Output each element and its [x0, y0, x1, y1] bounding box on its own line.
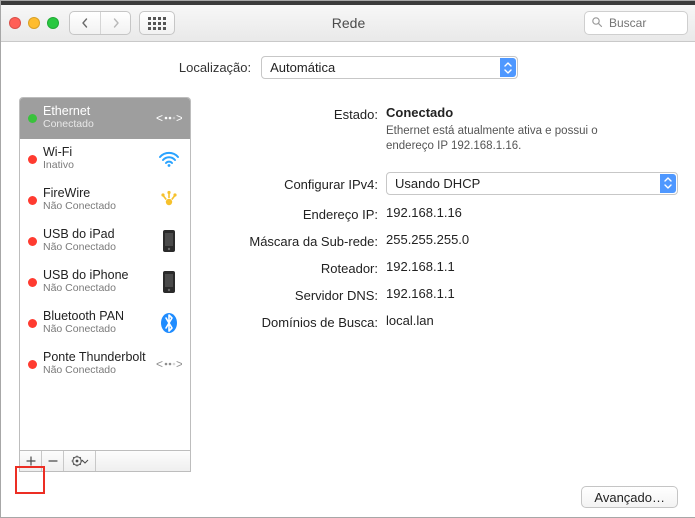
sidebar-item-status: Não Conectado [43, 365, 156, 377]
footer: Avançado… [1, 476, 695, 518]
grid-icon [148, 17, 166, 30]
configure-ipv4-popup[interactable]: Usando DHCP [386, 172, 678, 195]
ethernet-icon: <> [156, 356, 182, 372]
ip-address-value: 192.168.1.16 [386, 205, 678, 220]
sidebar-item-name: USB do iPhone [43, 269, 156, 283]
sidebar-item-text: USB do iPadNão Conectado [43, 228, 156, 253]
status-dot-icon [28, 114, 37, 123]
firewire-icon [156, 190, 182, 210]
device-icon [156, 270, 182, 294]
detail-pane: Estado: Conectado Ethernet está atualmen… [191, 97, 678, 472]
dns-server-label: Servidor DNS: [213, 286, 386, 303]
sidebar-item-name: Bluetooth PAN [43, 310, 156, 324]
sidebar-item-name: Ethernet [43, 105, 156, 119]
status-description: Ethernet está atualmente ativa e possui … [386, 124, 646, 154]
bluetooth-icon [156, 312, 182, 334]
ip-address-label: Endereço IP: [213, 205, 386, 222]
location-label: Localização: [179, 60, 251, 75]
sidebar-toolbar [20, 450, 190, 471]
close-window-button[interactable] [9, 17, 21, 29]
sidebar-item-name: Ponte Thunderbolt [43, 351, 156, 365]
titlebar: Rede [1, 5, 695, 42]
status-dot-icon [28, 278, 37, 287]
sidebar-item-text: EthernetConectado [43, 105, 156, 130]
sidebar-item-name: FireWire [43, 187, 156, 201]
interfaces-sidebar: EthernetConectado<>Wi-FiInativoFireWireN… [19, 97, 191, 472]
sidebar-item-usb-do-ipad[interactable]: USB do iPadNão Conectado [20, 221, 190, 262]
popup-arrows-icon [660, 174, 676, 193]
search-domains-label: Domínios de Busca: [213, 313, 386, 330]
zoom-window-button[interactable] [47, 17, 59, 29]
router-value: 192.168.1.1 [386, 259, 678, 274]
sidebar-item-usb-do-iphone[interactable]: USB do iPhoneNão Conectado [20, 262, 190, 303]
status-dot-icon [28, 237, 37, 246]
status-dot-icon [28, 319, 37, 328]
sidebar-item-name: Wi-Fi [43, 146, 156, 160]
status-dot-icon [28, 196, 37, 205]
device-icon [156, 229, 182, 253]
sidebar-item-firewire[interactable]: FireWireNão Conectado [20, 180, 190, 221]
nav-back-forward [69, 11, 131, 35]
interfaces-list: EthernetConectado<>Wi-FiInativoFireWireN… [20, 98, 190, 450]
popup-arrows-icon [500, 58, 516, 77]
search-icon [591, 16, 603, 31]
sidebar-item-status: Não Conectado [43, 324, 156, 336]
back-button[interactable] [70, 12, 100, 34]
search-field[interactable] [584, 11, 688, 35]
add-interface-button[interactable] [20, 451, 42, 471]
window-title: Rede [332, 15, 365, 31]
status-value: Conectado [386, 105, 678, 120]
sidebar-item-text: Wi-FiInativo [43, 146, 156, 171]
show-all-button[interactable] [139, 11, 175, 35]
svg-text:<: < [156, 111, 163, 125]
sidebar-item-status: Conectado [43, 119, 156, 131]
dns-server-value: 192.168.1.1 [386, 286, 678, 301]
sidebar-item-ethernet[interactable]: EthernetConectado<> [20, 98, 190, 139]
sidebar-item-bluetooth-pan[interactable]: Bluetooth PANNão Conectado [20, 303, 190, 344]
sidebar-item-text: FireWireNão Conectado [43, 187, 156, 212]
window-controls [9, 17, 59, 29]
configure-ipv4-label: Configurar IPv4: [213, 175, 386, 192]
location-value: Automática [270, 60, 335, 75]
svg-text:<: < [156, 357, 163, 371]
forward-button[interactable] [100, 12, 130, 34]
search-domains-value: local.lan [386, 313, 678, 328]
status-dot-icon [28, 155, 37, 164]
sidebar-item-wi-fi[interactable]: Wi-FiInativo [20, 139, 190, 180]
sidebar-item-status: Não Conectado [43, 283, 156, 295]
subnet-mask-value: 255.255.255.0 [386, 232, 678, 247]
location-popup[interactable]: Automática [261, 56, 518, 79]
sidebar-item-name: USB do iPad [43, 228, 156, 242]
location-row: Localização: Automática [1, 42, 695, 89]
configure-ipv4-value: Usando DHCP [395, 176, 480, 191]
svg-text:>: > [176, 357, 182, 371]
sidebar-item-text: Ponte ThunderboltNão Conectado [43, 351, 156, 376]
wifi-icon [156, 150, 182, 168]
svg-text:>: > [176, 111, 182, 125]
search-input[interactable] [607, 15, 681, 31]
sidebar-item-ponte-thunderbolt[interactable]: Ponte ThunderboltNão Conectado<> [20, 344, 190, 385]
sidebar-item-status: Inativo [43, 160, 156, 172]
advanced-button[interactable]: Avançado… [581, 486, 678, 508]
ethernet-icon: <> [156, 110, 182, 126]
minimize-window-button[interactable] [28, 17, 40, 29]
subnet-mask-label: Máscara da Sub-rede: [213, 232, 386, 249]
action-menu-button[interactable] [64, 451, 96, 471]
router-label: Roteador: [213, 259, 386, 276]
status-label: Estado: [213, 105, 386, 122]
sidebar-item-text: Bluetooth PANNão Conectado [43, 310, 156, 335]
sidebar-item-status: Não Conectado [43, 242, 156, 254]
remove-interface-button[interactable] [42, 451, 64, 471]
sidebar-item-status: Não Conectado [43, 201, 156, 213]
status-dot-icon [28, 360, 37, 369]
sidebar-item-text: USB do iPhoneNão Conectado [43, 269, 156, 294]
